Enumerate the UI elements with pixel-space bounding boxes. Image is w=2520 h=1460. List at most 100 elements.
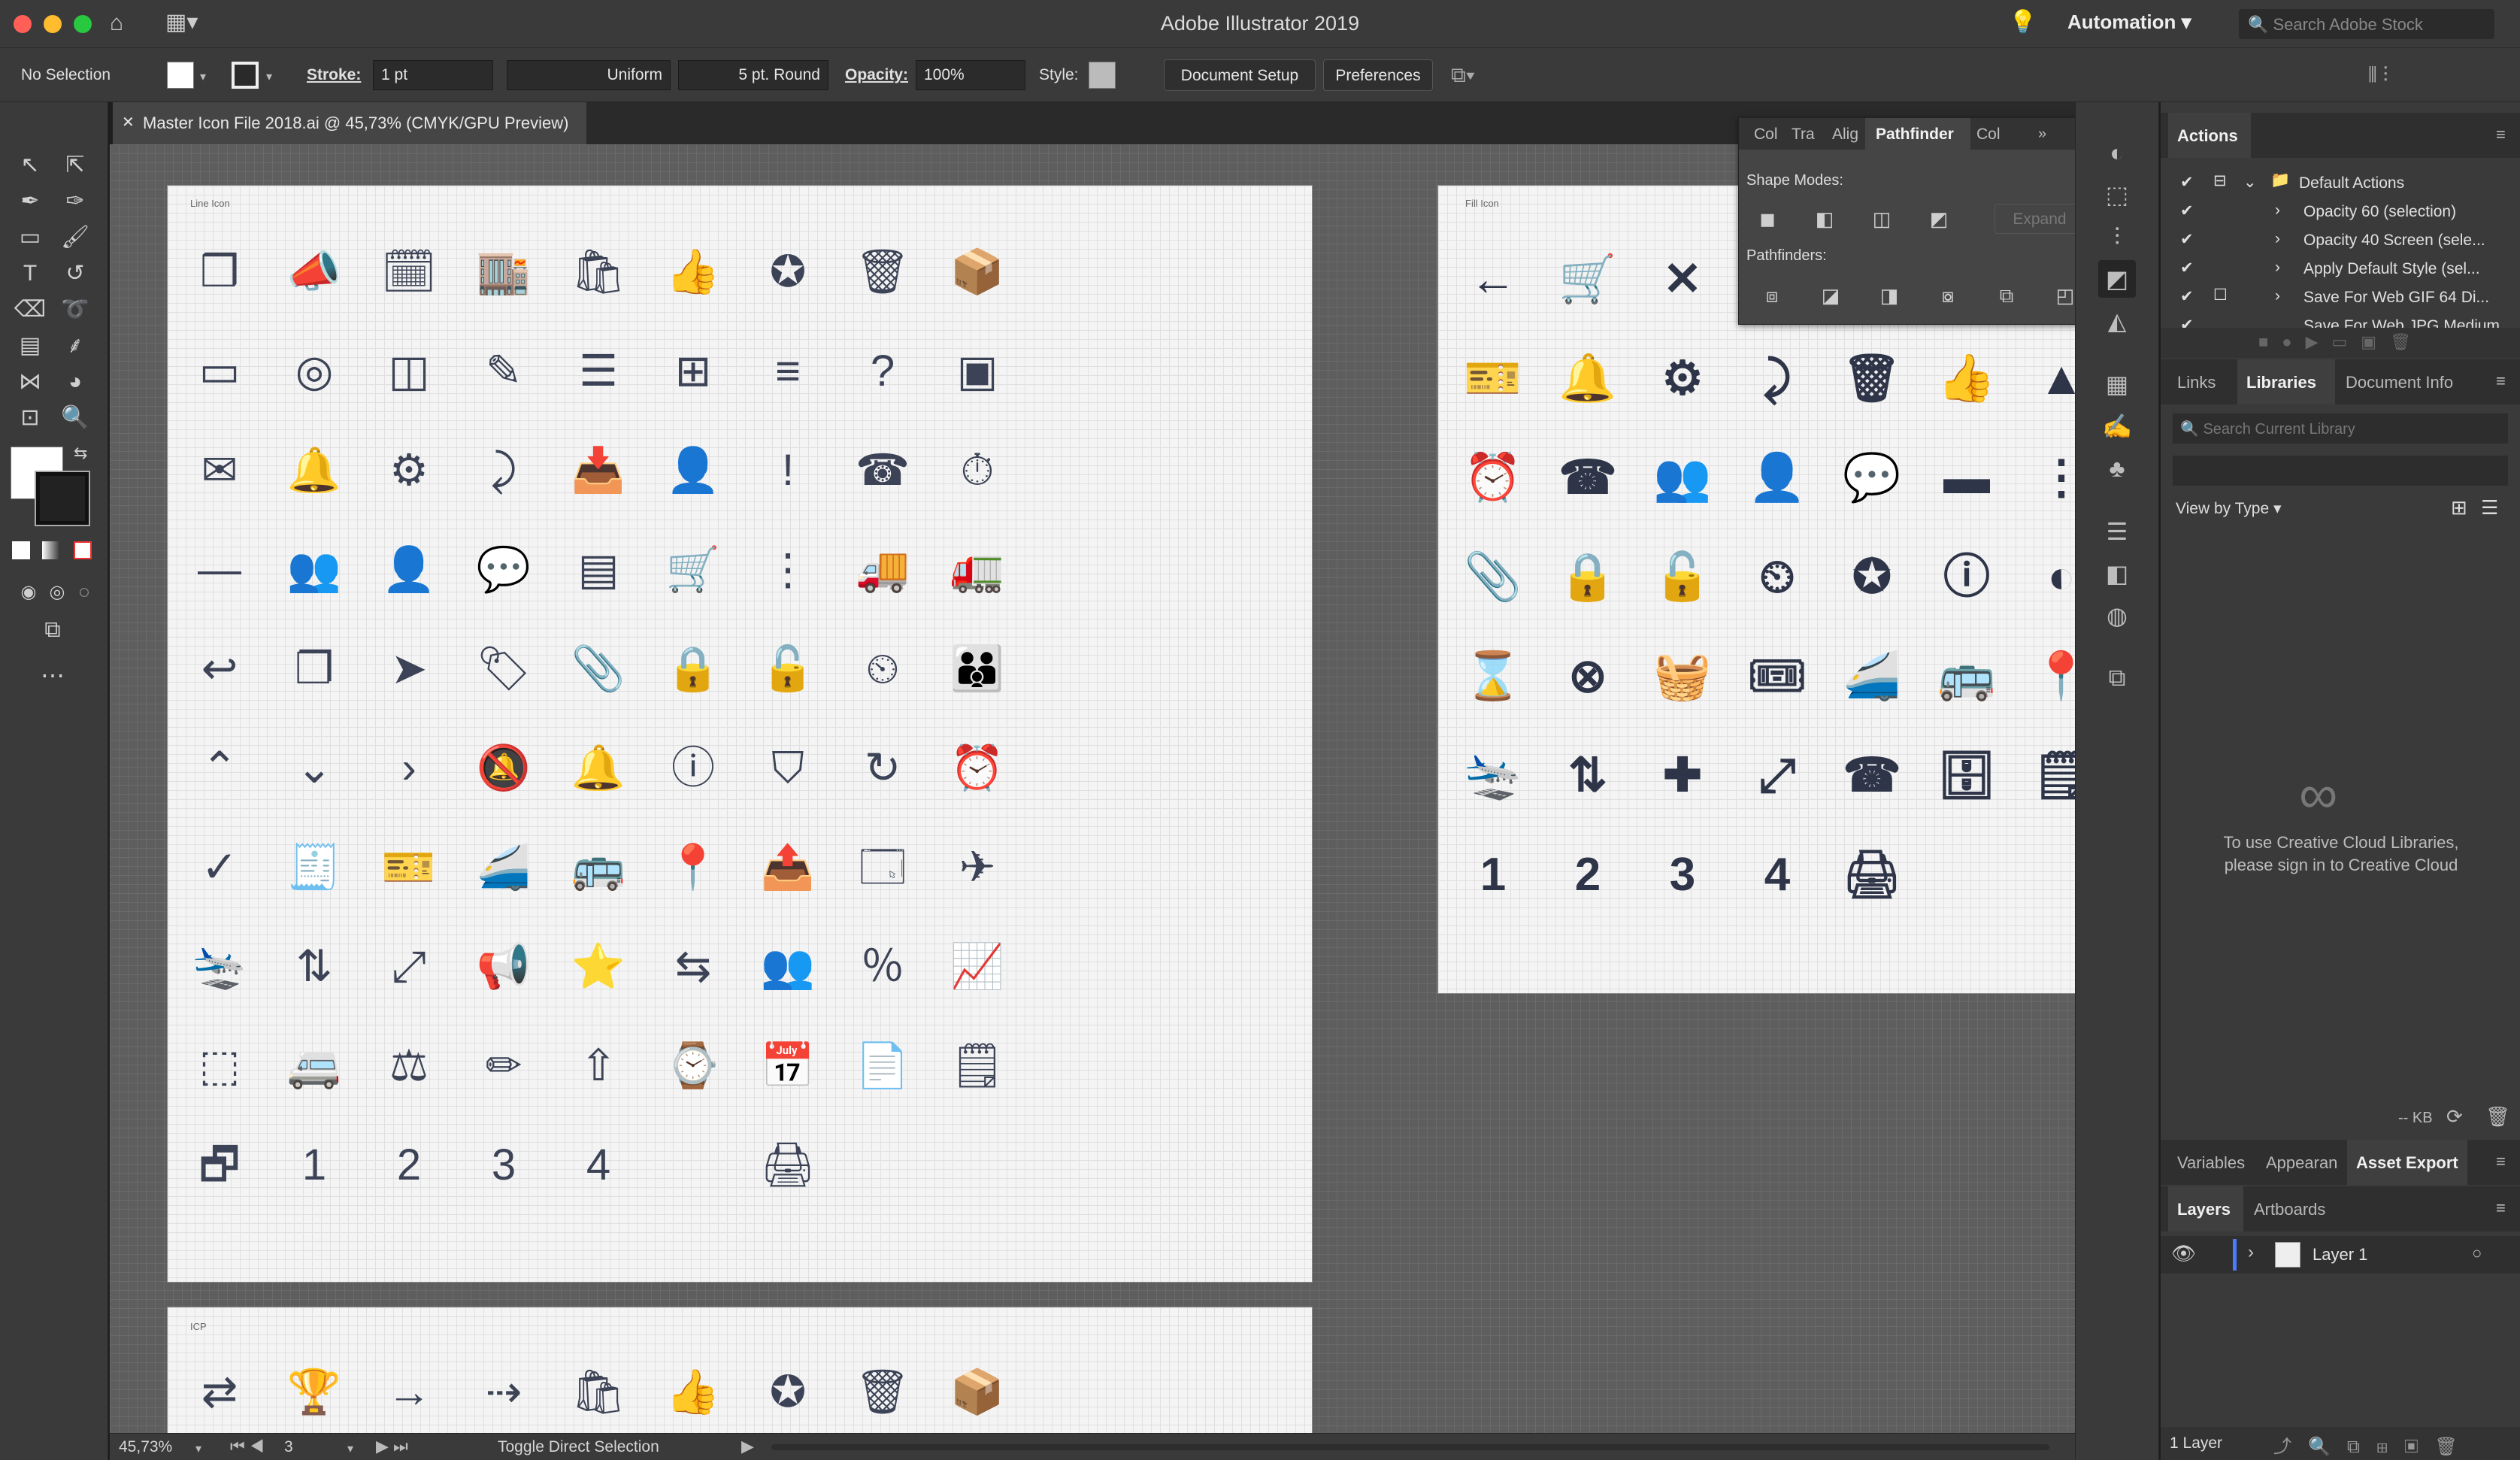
brushes-panel-icon[interactable]: ✍ [2098, 407, 2136, 445]
artwork-icon[interactable]: 🛒 [659, 536, 727, 604]
artwork-icon[interactable]: ✪ [754, 238, 822, 306]
swap-colors-icon[interactable]: ⇆ [74, 444, 87, 463]
artwork-icon[interactable]: ％ [849, 933, 916, 1001]
artwork-icon[interactable]: 🗔 [849, 834, 916, 901]
artwork-icon[interactable]: ⤸ [1743, 345, 1811, 413]
artwork-icon[interactable]: 🖨 [1838, 841, 1906, 909]
rotate-tool-icon[interactable]: ↺ [59, 257, 92, 290]
artwork-icon[interactable]: ⤢ [375, 933, 443, 1001]
artwork-icon[interactable]: ⇆ [659, 933, 727, 1001]
none-mode-icon[interactable] [74, 541, 92, 559]
artwork-icon[interactable]: ⬚ [186, 1032, 253, 1100]
exclude-icon[interactable]: ◩ [1925, 205, 1952, 232]
tab-links[interactable]: Links [2168, 359, 2236, 404]
artwork-icon[interactable]: ✕ [1649, 246, 1716, 314]
artwork-icon[interactable]: 👍 [1933, 345, 2001, 413]
artwork-icon[interactable]: 💬 [1838, 444, 1906, 512]
artwork-icon[interactable]: ↻ [849, 735, 916, 802]
align-panel-icon[interactable]: ⫶ [2098, 218, 2136, 256]
curvature-tool-icon[interactable]: ✑ [59, 185, 92, 218]
artwork-icon[interactable]: ⊞ [659, 338, 727, 405]
artwork-icon[interactable]: 📄 [849, 1032, 916, 1100]
dialog-toggle-icon[interactable]: ☐ [2213, 286, 2228, 304]
artwork-icon[interactable]: ! [754, 437, 822, 504]
first-artboard-icon[interactable]: ⏮ ◀ [230, 1437, 265, 1456]
opacity-field[interactable]: 100% [916, 60, 1025, 90]
artwork-icon[interactable]: ⇅ [280, 933, 348, 1001]
artwork-icon[interactable]: ⏰ [1459, 444, 1527, 512]
zoom-level-field[interactable]: 45,73% [119, 1438, 172, 1456]
artwork-icon[interactable]: › [375, 735, 443, 802]
artwork-icon[interactable]: 👤 [659, 437, 727, 504]
chevron-right-icon[interactable]: › [2275, 259, 2280, 277]
selection-tool-icon[interactable]: ↖ [14, 149, 47, 182]
artwork-icon[interactable]: ✎ [470, 338, 538, 405]
eyedropper-tool-icon[interactable]: ⸙ [59, 329, 92, 362]
merge-icon[interactable]: ◨ [1876, 282, 1903, 309]
artwork-icon[interactable]: 📎 [1459, 544, 1527, 611]
draw-inside-icon[interactable]: ◌ [68, 576, 101, 609]
artwork-icon[interactable]: ❐ [280, 635, 348, 703]
artwork-icon[interactable]: ❒ [186, 238, 253, 306]
tab-transform[interactable]: Tra [1792, 118, 1815, 150]
view-by-type-select[interactable]: View by Type ▾ [2176, 499, 2282, 518]
artwork-icon[interactable]: 🎫 [375, 834, 443, 901]
artwork-icon[interactable]: 🛬 [1459, 742, 1527, 810]
artwork-icon[interactable]: ⚙ [375, 437, 443, 504]
artwork-icon[interactable]: 🏆 [280, 1359, 348, 1426]
artwork-icon[interactable]: 📤 [754, 834, 822, 901]
artwork-icon[interactable]: 👍 [659, 1359, 727, 1426]
artwork-icon[interactable]: ⏲ [849, 635, 916, 703]
artwork-icon[interactable]: ⋮ [754, 536, 822, 604]
stroke-color-box[interactable] [35, 471, 90, 526]
artboard-line-icons[interactable]: Line Icon ❒ 📣 🗓 🏬 🛍 👍 ✪ 🗑 📦 ▭ ◎ ◫ ✎ ☰ ⊞ ≡? ▣ ✉ 🔔 ⚙ ⤸ 📥 👤! ☎ ⏱ — 👥 👤… [167, 185, 1313, 1283]
artwork-icon[interactable]: 🚄 [1838, 643, 1906, 710]
canvas[interactable]: Line Icon ❒ 📣 🗓 🏬 🛍 👍 ✪ 🗑 📦 ▭ ◎ ◫ ✎ ☰ ⊞ ≡? ▣ ✉ 🔔 ⚙ ⤸ 📥 👤! ☎ ⏱ — 👥 👤… [110, 144, 2075, 1437]
artwork-icon[interactable]: 👥 [754, 933, 822, 1001]
action-set-row[interactable]: ✔ ⊟ ⌄ 📁 Default Actions [2161, 168, 2520, 197]
artwork-icon[interactable]: 2 [375, 1131, 443, 1199]
artwork-icon[interactable]: 3 [470, 1131, 538, 1199]
artwork-icon[interactable]: ✏ [470, 1032, 538, 1100]
artwork-icon[interactable]: 4 [1743, 841, 1811, 909]
artwork-icon[interactable]: 🔔 [565, 735, 632, 802]
document-tab[interactable]: ✕ Master Icon File 2018.ai @ 45,73% (CMY… [113, 102, 586, 144]
direct-selection-tool-icon[interactable]: ⇱ [59, 149, 92, 182]
artwork-icon[interactable]: 📦 [943, 238, 1011, 306]
status-arrow-icon[interactable]: ▶ [741, 1437, 754, 1456]
symbols-panel-icon[interactable]: ♣ [2098, 450, 2136, 487]
artwork-icon[interactable]: ⤸ [470, 437, 538, 504]
artwork-icon[interactable]: ⊗ [1554, 643, 1622, 710]
type-tool-icon[interactable]: T [14, 257, 47, 290]
artwork-icon[interactable]: 🎫 [1459, 345, 1527, 413]
stroke-weight-field[interactable]: 1 pt [373, 60, 493, 90]
grid-view-icon[interactable]: ⊞ [2451, 496, 2467, 519]
tab-appearance[interactable]: Appearan [2257, 1140, 2346, 1185]
stroke-panel-icon[interactable]: ☰ [2098, 513, 2136, 550]
artwork-icon[interactable]: ⌃ [186, 735, 253, 802]
color-panel-icon[interactable]: ◐ [2098, 134, 2136, 171]
tab-pathfinder[interactable]: Pathfinder [1865, 118, 1970, 150]
export-menu-icon[interactable]: ≡ [2496, 1152, 2506, 1171]
tab-artboards[interactable]: Artboards [2245, 1186, 2343, 1231]
artwork-icon[interactable]: 📍 [2028, 643, 2075, 710]
artwork-icon[interactable]: ⋮ [2028, 444, 2075, 512]
align-icon[interactable]: ⫴ ⫶ [2368, 63, 2388, 88]
artwork-icon[interactable]: ⏲ [1743, 544, 1811, 611]
artwork-icon[interactable]: ✉ [186, 437, 253, 504]
check-icon[interactable]: ✔ [2180, 287, 2194, 306]
stroke-profile-select[interactable]: Uniform [507, 60, 671, 90]
artwork-icon[interactable]: ✈ [943, 834, 1011, 901]
outline-icon[interactable]: ⧉ [1993, 282, 2020, 309]
tab-layers[interactable]: Layers [2168, 1186, 2243, 1231]
artwork-icon[interactable]: ⌚ [659, 1032, 727, 1100]
gradient-panel-icon[interactable]: ◧ [2098, 555, 2136, 592]
artwork-icon[interactable]: 📥 [565, 437, 632, 504]
graphic-style-swatch[interactable] [1089, 62, 1116, 89]
check-icon[interactable]: ✔ [2180, 316, 2194, 328]
artwork-icon[interactable]: ⏱ [943, 437, 1011, 504]
artwork-icon[interactable]: 📍 [659, 834, 727, 901]
color-mode-icon[interactable] [12, 541, 30, 559]
eraser-tool-icon[interactable]: ⌫ [14, 293, 47, 326]
action-item[interactable]: ✔ › Apply Default Style (sel... [2161, 254, 2520, 283]
